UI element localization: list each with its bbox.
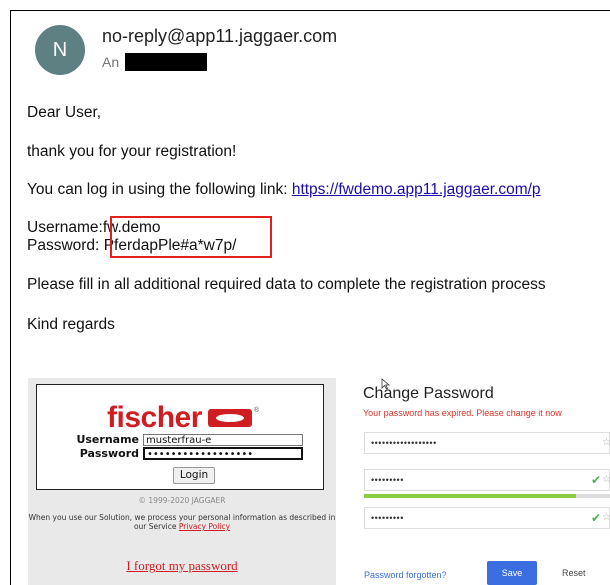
fischer-username-input[interactable]: musterfrau-e [143,433,303,446]
password-label: Password: [27,237,100,254]
username-row: Username musterfrau-e [37,433,325,446]
login-link[interactable]: https://fwdemo.app11.jaggaer.com/p [292,181,541,198]
confirm-password-field[interactable]: ••••••••• ✔ ☆ [364,507,610,529]
current-password-field[interactable]: •••••••••••••••••• ☆ [364,432,610,454]
policy-text: When you use our Solution, we process yo… [28,513,336,531]
credentials-highlight [110,216,272,258]
login-line: You can log in using the following link:… [27,181,541,199]
star-icon: ☆ [602,474,610,485]
recipient-line: An [102,52,208,72]
star-icon: ☆ [602,437,610,448]
confirm-password-dots: ••••••••• [371,513,404,523]
closing-text: Kind regards [27,316,115,333]
registered-mark: ® [253,407,260,414]
thanks-text: thank you for your registration! [27,143,237,160]
fischer-password-input[interactable]: •••••••••••••••••• [143,447,303,460]
fischer-username-label: Username [76,433,139,446]
check-icon: ✔ [590,511,601,525]
change-password-title: Change Password [363,385,494,402]
password-row: Password •••••••••••••••••• [37,447,325,460]
recipient-label: An [102,54,120,70]
privacy-policy-link[interactable]: Privacy Policy [179,522,230,531]
login-button[interactable]: Login [173,467,215,484]
username-label: Username: [27,219,103,236]
check-icon: ✔ [590,473,601,487]
copyright-text: © 1999-2020 JAGGAER [138,496,226,505]
star-icon: ☆ [602,512,610,523]
fish-logo-icon [207,409,252,427]
password-strength-bar [364,494,610,498]
fischer-login-panel: fischer ® Username musterfrau-e Password… [28,378,336,585]
new-password-field[interactable]: ••••••••• ✔ ☆ [364,469,610,491]
reset-button[interactable]: Reset [562,561,610,585]
frame-top-border [10,10,610,11]
forgot-password-link[interactable]: I forgot my password [28,558,336,574]
avatar-letter: N [52,38,68,61]
password-strength-fill [364,494,576,498]
fischer-logo: fischer ® [107,401,259,435]
login-intro: You can log in using the following link: [27,181,292,198]
current-password-dots: •••••••••••••••••• [371,438,437,448]
fischer-password-label: Password [79,447,139,460]
sender-address: no-reply@app11.jaggaer.com [102,26,338,46]
password-forgotten-link[interactable]: Password forgotten? [364,570,447,580]
frame-left-border [10,10,11,585]
password-expired-message: Your password has expired. Please change… [363,408,562,418]
instructions-text: Please fill in all additional required d… [27,276,546,293]
recipient-redaction [125,53,208,71]
sender-avatar: N [35,25,85,75]
fischer-logo-text: fischer [107,401,202,434]
fischer-login-card: fischer ® Username musterfrau-e Password… [36,384,324,490]
save-button[interactable]: Save [487,561,537,585]
new-password-dots: ••••••••• [371,475,404,485]
greeting: Dear User, [27,104,102,121]
